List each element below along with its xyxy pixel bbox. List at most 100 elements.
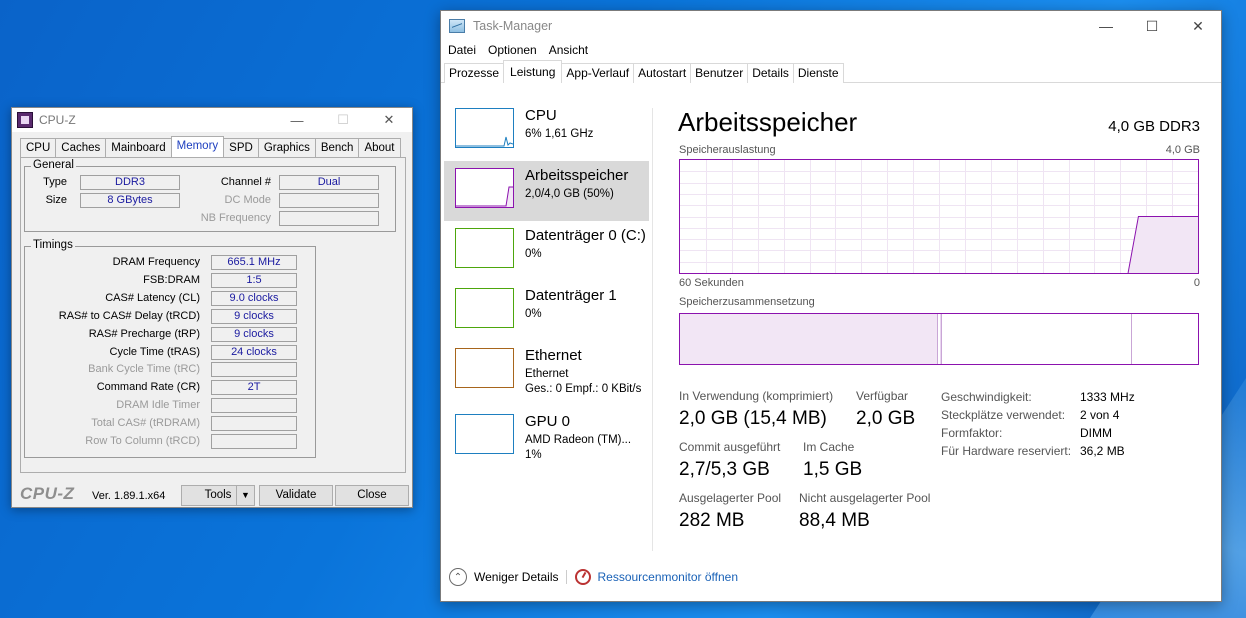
sidebar-disk0-sub: 0% [525,248,542,260]
hw-reserved-value: 36,2 MB [1080,444,1125,458]
ethernet-mini-graph [455,348,514,388]
timing-value: 9 clocks [211,308,297,324]
tab-prozesse[interactable]: Prozesse [444,63,505,83]
timing-value: 2T [211,380,297,396]
chevron-up-icon[interactable]: ⌃ [449,568,467,586]
speed-value: 1333 MHz [1080,390,1135,404]
graph-time-right: 0 [1193,277,1200,289]
tab-cpu[interactable]: CPU [20,138,57,157]
tab-dienste[interactable]: Dienste [792,63,844,83]
type-label: Type [43,176,67,188]
tab-caches[interactable]: Caches [55,138,107,157]
timing-label: DRAM Idle Timer [116,399,200,412]
footer-separator [566,570,568,584]
sidebar-gpu-usage: 1% [525,449,542,461]
timing-label: Total CAS# (tRDRAM) [91,417,200,430]
cpuz-title: CPU-Z [39,113,76,127]
tm-maximize-button[interactable]: ☐ [1129,11,1175,41]
minimize-button[interactable]: — [274,108,320,132]
maximize-button[interactable]: ☐ [320,108,366,132]
timing-value: 24 clocks [211,344,297,360]
tm-minimize-button[interactable]: — [1083,11,1129,41]
close-action-button[interactable]: Close [335,485,409,506]
timings-group: Timings DRAM Frequency 665.1 MHz FSB:DRAM 1… [24,239,316,458]
sidebar-gpu-sub: AMD Radeon (TM)... 1% [525,433,631,463]
nb-frequency-value [279,211,379,226]
tools-button[interactable]: Tools ▼ [181,485,255,506]
sidebar-item-gpu[interactable]: GPU 0 AMD Radeon (TM)... 1% [444,401,649,467]
less-details-link[interactable]: Weniger Details [474,570,558,584]
gpu-mini-graph [455,414,514,454]
sidebar-ethernet-sub: Ethernet Ges.: 0 Empf.: 0 KBit/s [525,367,641,397]
menu-ansicht[interactable]: Ansicht [549,41,588,61]
tools-dropdown-icon[interactable]: ▼ [236,486,254,505]
tab-benutzer[interactable]: Benutzer [690,63,749,83]
cpuz-titlebar[interactable]: CPU-Z — ☐ ✕ [12,108,412,132]
tm-menubar: Datei Optionen Ansicht [441,41,1221,61]
tab-details[interactable]: Details [747,63,794,83]
tm-footer: ⌃ Weniger Details Ressourcenmonitor öffn… [449,568,738,586]
timing-label: RAS# Precharge (tRP) [88,327,200,340]
resource-monitor-icon[interactable] [575,569,592,585]
close-button[interactable]: ✕ [366,108,412,132]
tm-close-button[interactable]: ✕ [1175,11,1221,41]
timing-value: 9.0 clocks [211,290,297,306]
usage-graph-label: Speicherauslastung [679,144,776,156]
graph-time-left: 60 Sekunden [679,277,744,289]
taskmanager-window: Task-Manager — ☐ ✕ Datei Optionen Ansich… [440,10,1222,602]
tab-bench[interactable]: Bench [314,138,360,157]
cpu-mini-graph [455,108,514,148]
sidebar-item-ethernet[interactable]: Ethernet Ethernet Ges.: 0 Empf.: 0 KBit/… [444,341,649,401]
timing-label: Command Rate (CR) [96,381,200,394]
size-label: Size [45,194,67,206]
memory-page: General Type DDR3 Size 8 GBytes Channel … [20,157,406,473]
sidebar-memory-sub: 2,0/4,0 GB (50%) [525,188,614,200]
tab-app-verlauf[interactable]: App-Verlauf [561,63,635,83]
timing-value: 9 clocks [211,326,297,342]
tab-about[interactable]: About [358,138,401,157]
sidebar-divider [652,108,653,551]
timing-label: RAS# to CAS# Delay (tRCD) [58,309,200,322]
hw-reserved-key: Für Hardware reserviert: [941,444,1072,458]
sidebar-item-datentraeger-1[interactable]: Datenträger 1 0% [444,281,649,341]
resource-monitor-link[interactable]: Ressourcenmonitor öffnen [597,570,738,584]
speed-key: Geschwindigkeit: [941,390,1032,404]
paged-pool-label: Ausgelagerter Pool [679,491,782,505]
panel-title: Arbeitsspeicher [678,107,858,137]
nonpaged-pool-label: Nicht ausgelagerter Pool [799,491,931,505]
tab-memory[interactable]: Memory [170,136,225,157]
cpuz-bottom-bar: CPU-Z Ver. 1.89.1.x64 Tools ▼ Validate C… [12,482,412,508]
cached-value: 1,5 GB [803,459,863,480]
tab-graphics[interactable]: Graphics [257,138,316,157]
timing-value [211,434,297,449]
sidebar-gpu-name: GPU 0 [525,413,571,430]
menu-optionen[interactable]: Optionen [488,41,537,61]
sidebar-item-datentraeger-0[interactable]: Datenträger 0 (C:) 0% [444,221,649,281]
tab-spd[interactable]: SPD [223,138,259,157]
composition-in-use [680,314,938,364]
paged-pool-value: 282 MB [679,510,745,531]
sidebar-memory-name: Arbeitsspeicher [525,167,629,184]
available-value: 2,0 GB [856,408,916,429]
menu-datei[interactable]: Datei [448,41,476,61]
sidebar-item-cpu[interactable]: CPU 6% 1,61 GHz [444,101,649,161]
tab-mainboard[interactable]: Mainboard [105,138,172,157]
timing-value [211,362,297,378]
size-value: 8 GBytes [80,193,180,208]
tab-autostart[interactable]: Autostart [633,63,692,83]
sidebar-gpu-model: AMD Radeon (TM)... [525,434,632,446]
sidebar-ethernet-throughput: Ges.: 0 Empf.: 0 KBit/s [525,383,642,395]
cpuz-tabs: CPU Caches Mainboard Memory SPD Graphics… [20,136,401,157]
tab-leistung[interactable]: Leistung [503,60,563,83]
formfactor-key: Formfaktor: [941,426,1003,440]
tm-titlebar[interactable]: Task-Manager — ☐ ✕ [441,11,1221,41]
validate-button[interactable]: Validate [259,485,333,506]
sidebar-disk1-name: Datenträger 1 [525,287,617,304]
sidebar-item-arbeitsspeicher[interactable]: Arbeitsspeicher 2,0/4,0 GB (50%) [444,161,649,221]
dc-mode-label: DC Mode [224,194,271,206]
slots-key: Steckplätze verwendet: [941,408,1066,422]
commit-label: Commit ausgeführt [679,440,781,454]
timings-legend: Timings [31,239,75,251]
general-group: General Type DDR3 Size 8 GBytes Channel … [24,159,396,232]
nb-frequency-label: NB Frequency [200,212,271,224]
